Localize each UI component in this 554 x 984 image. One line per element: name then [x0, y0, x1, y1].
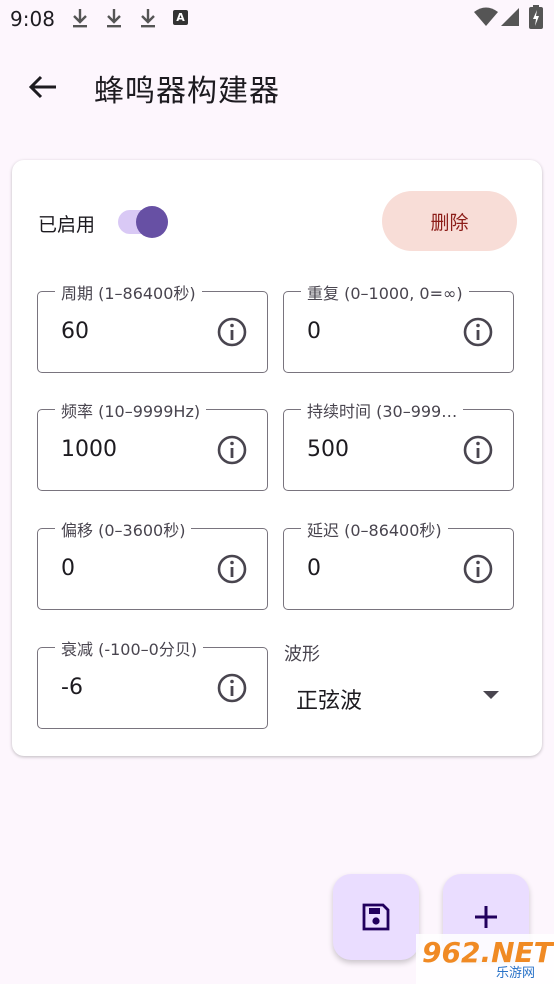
period-value[interactable]: 60 — [61, 319, 89, 344]
duration-value[interactable]: 500 — [307, 437, 349, 462]
status-time: 9:08 — [10, 7, 55, 31]
delete-button[interactable]: 删除 — [382, 191, 517, 251]
waveform-select[interactable]: 正弦波 — [284, 665, 522, 727]
waveform-value: 正弦波 — [296, 689, 363, 714]
info-icon[interactable] — [462, 434, 494, 466]
frequency-value[interactable]: 1000 — [61, 437, 117, 462]
offset-label: 偏移 (0–3600秒) — [55, 517, 192, 541]
frequency-label: 频率 (10–9999Hz) — [55, 398, 207, 422]
status-bar: 9:08 A — [0, 0, 554, 38]
dropdown-arrow-icon — [483, 691, 499, 699]
delay-label: 延迟 (0–86400秒) — [301, 517, 448, 541]
plus-icon — [475, 906, 497, 928]
delay-value[interactable]: 0 — [307, 556, 321, 581]
repeat-field[interactable]: 重复 (0–1000, 0=∞) 0 — [283, 280, 514, 373]
info-icon[interactable] — [216, 316, 248, 348]
delay-field[interactable]: 延迟 (0–86400秒) 0 — [283, 517, 514, 610]
info-icon[interactable] — [216, 553, 248, 585]
notification-a-icon: A — [173, 10, 188, 25]
frequency-field[interactable]: 频率 (10–9999Hz) 1000 — [37, 398, 268, 491]
back-arrow-icon[interactable] — [26, 70, 60, 104]
repeat-value[interactable]: 0 — [307, 319, 321, 344]
wifi-icon — [474, 7, 498, 26]
period-field[interactable]: 周期 (1–86400秒) 60 — [37, 280, 268, 373]
download-icon — [107, 9, 121, 28]
info-icon[interactable] — [462, 553, 494, 585]
watermark: 962.NET 乐游网 — [416, 934, 554, 984]
page-title: 蜂鸣器构建器 — [94, 74, 280, 109]
enabled-label: 已启用 — [38, 214, 96, 236]
save-button[interactable] — [333, 874, 419, 960]
waveform-label: 波形 — [284, 644, 320, 665]
offset-value[interactable]: 0 — [61, 556, 75, 581]
buzzer-card: 已启用 删除 周期 (1–86400秒) 60 重复 (0–1000, 0=∞)… — [12, 160, 542, 756]
battery-charging-icon — [529, 5, 543, 29]
info-icon[interactable] — [216, 434, 248, 466]
download-icon — [73, 9, 87, 28]
decay-value[interactable]: -6 — [61, 675, 83, 700]
repeat-label: 重复 (0–1000, 0=∞) — [301, 280, 469, 304]
info-icon[interactable] — [216, 672, 248, 704]
decay-label: 衰减 (-100–0分贝) — [55, 636, 204, 660]
offset-field[interactable]: 偏移 (0–3600秒) 0 — [37, 517, 268, 610]
save-icon — [362, 903, 390, 931]
duration-label: 持续时间 (30–999… — [301, 398, 464, 422]
period-label: 周期 (1–86400秒) — [55, 280, 202, 304]
decay-field[interactable]: 衰减 (-100–0分贝) -6 — [37, 636, 268, 729]
watermark-sub: 乐游网 — [496, 966, 536, 981]
enabled-switch-thumb[interactable] — [136, 206, 168, 238]
info-icon[interactable] — [462, 316, 494, 348]
signal-icon — [501, 8, 519, 26]
download-icon — [141, 9, 155, 28]
duration-field[interactable]: 持续时间 (30–999… 500 — [283, 398, 514, 491]
